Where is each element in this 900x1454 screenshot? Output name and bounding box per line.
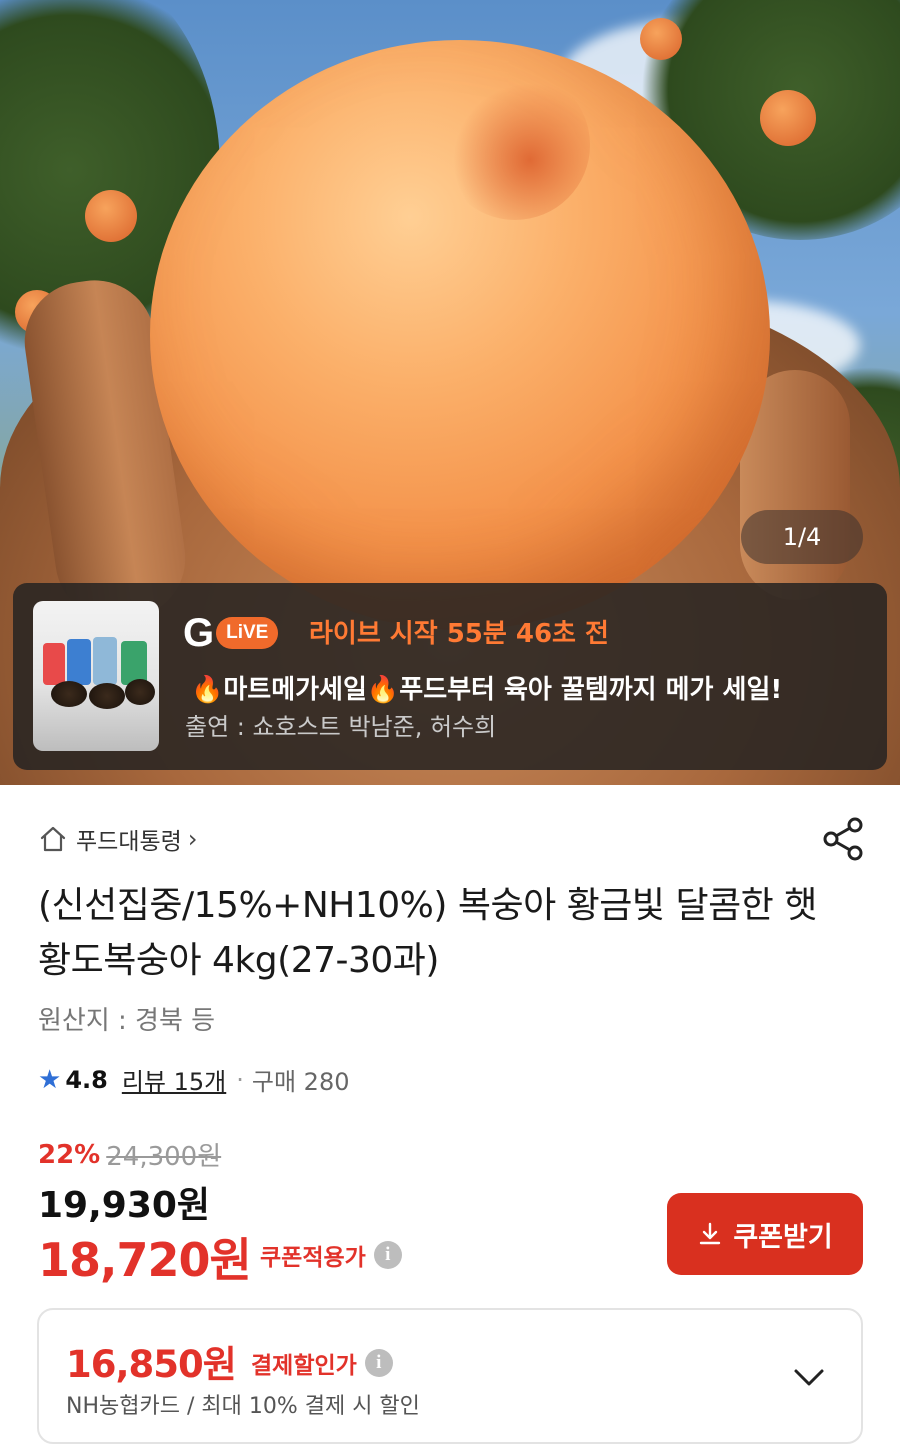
- glive-logo-g: G: [183, 611, 215, 655]
- chevron-right-icon: ›: [187, 825, 198, 853]
- separator-dot: ·: [236, 1065, 244, 1094]
- review-link[interactable]: 리뷰 15개: [122, 1062, 226, 1097]
- live-headline: 🔥마트메가세일🔥푸드부터 육아 꿀템까지 메가 세일!: [191, 669, 782, 706]
- thumbnail-product: [43, 643, 65, 685]
- get-coupon-label: 쿠폰받기: [733, 1221, 833, 1253]
- product-title: (신선집중/15%+NH10%) 복숭아 황금빛 달콤한 햇 황도복숭아 4kg…: [38, 885, 817, 981]
- product-origin: 원산지 : 경북 등: [38, 1006, 216, 1036]
- fire-icon: 🔥: [191, 675, 224, 705]
- image-counter: 1/4: [741, 510, 863, 564]
- peach-crease: [440, 70, 590, 220]
- glive-logo: G LiVE: [183, 611, 279, 655]
- breadcrumb[interactable]: 푸드대통령 ›: [38, 822, 197, 856]
- download-icon: [700, 1222, 721, 1245]
- glive-logo-live: LiVE: [216, 617, 279, 649]
- live-hosts: 출연 : 쇼호스트 박남준, 허수희: [185, 713, 497, 741]
- rating-score: 4.8: [65, 1065, 108, 1094]
- payment-discount-description: NH농협카드 / 최대 10% 결제 시 할인: [66, 1394, 420, 1419]
- thumbnail-bowl: [51, 681, 87, 707]
- coupon-price: 18,720원: [38, 1233, 252, 1287]
- info-icon[interactable]: i: [364, 1349, 393, 1377]
- background-peach: [85, 190, 137, 242]
- info-icon[interactable]: i: [373, 1241, 402, 1269]
- discount-row: 22% 24,300원: [38, 1136, 221, 1173]
- background-peach: [760, 90, 816, 146]
- live-countdown: 라이브 시작 55분 46초 전: [309, 619, 609, 649]
- home-icon: [40, 826, 66, 852]
- product-image[interactable]: 1/4 G LiVE 라이브 시작 55분 46초 전 🔥마트메가세일🔥푸드부터…: [0, 0, 900, 785]
- live-thumbnail: [33, 601, 159, 751]
- coupon-price-label: 쿠폰적용가 i: [260, 1238, 402, 1272]
- coupon-price-label-text: 쿠폰적용가: [260, 1245, 366, 1271]
- share-icon[interactable]: [818, 814, 868, 864]
- rating-row: ★ 4.8 리뷰 15개 · 구매 280: [38, 1062, 350, 1097]
- sale-price: 19,930원: [38, 1185, 211, 1226]
- fire-icon: 🔥: [366, 675, 400, 705]
- chevron-down-icon[interactable]: [791, 1362, 827, 1392]
- star-icon: ★: [38, 1064, 62, 1095]
- breadcrumb-store-link[interactable]: 푸드대통령: [76, 822, 182, 856]
- payment-discount-label: 결제할인가 i: [251, 1346, 393, 1380]
- thumbnail-product: [67, 639, 91, 685]
- get-coupon-button[interactable]: 쿠폰받기: [667, 1193, 863, 1275]
- live-headline-part2: 푸드부터 육아 꿀템까지 메가 세일!: [399, 675, 783, 705]
- payment-discount-label-text: 결제할인가: [251, 1353, 357, 1379]
- discount-percent: 22%: [38, 1139, 101, 1170]
- background-peach: [640, 18, 682, 60]
- purchase-count: 구매 280: [251, 1068, 350, 1096]
- payment-discount-price: 16,850원: [66, 1343, 237, 1386]
- original-price: 24,300원: [106, 1142, 222, 1172]
- live-broadcast-banner[interactable]: G LiVE 라이브 시작 55분 46초 전 🔥마트메가세일🔥푸드부터 육아 …: [13, 583, 887, 770]
- live-headline-part1: 마트메가세일: [223, 675, 367, 705]
- payment-discount-box[interactable]: 16,850원 결제할인가 i NH농협카드 / 최대 10% 결제 시 할인: [37, 1308, 863, 1444]
- thumbnail-product: [93, 637, 117, 685]
- thumbnail-bowl: [89, 683, 125, 709]
- thumbnail-bowl: [125, 679, 155, 705]
